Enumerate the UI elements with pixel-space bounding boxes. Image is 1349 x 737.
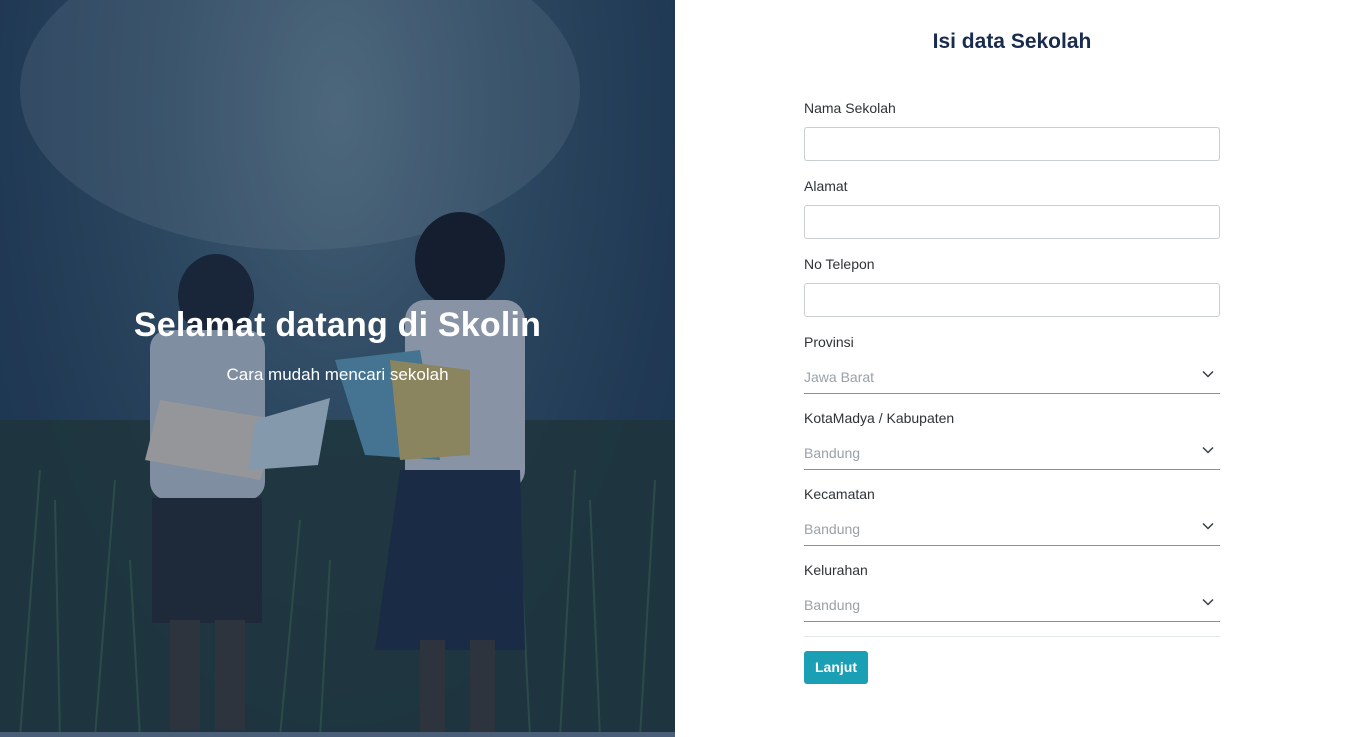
alamat-label: Alamat: [804, 178, 848, 194]
kelurahan-label: Kelurahan: [804, 562, 868, 578]
kotamadya-select-value: Bandung: [804, 445, 861, 461]
page: Selamat datang di Skolin Cara mudah menc…: [0, 0, 1349, 737]
nama-sekolah-input[interactable]: [804, 127, 1220, 161]
kelurahan-select[interactable]: Bandung: [804, 588, 1220, 622]
no-telepon-input[interactable]: [804, 283, 1220, 317]
chevron-down-icon: [1202, 446, 1214, 454]
hero-title: Selamat datang di Skolin: [133, 306, 542, 344]
lanjut-button[interactable]: Lanjut: [804, 651, 868, 684]
provinsi-label: Provinsi: [804, 334, 854, 350]
kelurahan-select-value: Bandung: [804, 597, 861, 613]
kecamatan-label: Kecamatan: [804, 486, 875, 502]
kecamatan-select-value: Bandung: [804, 521, 861, 537]
nama-sekolah-label: Nama Sekolah: [804, 100, 896, 116]
chevron-down-icon: [1202, 522, 1214, 530]
no-telepon-label: No Telepon: [804, 256, 875, 272]
chevron-down-icon: [1202, 370, 1214, 378]
kotamadya-select[interactable]: Bandung: [804, 436, 1220, 470]
provinsi-select-value: Jawa Barat: [804, 369, 875, 385]
hero-subtitle: Cara mudah mencari sekolah: [226, 365, 449, 384]
alamat-input[interactable]: [804, 205, 1220, 239]
kotamadya-label: KotaMadya / Kabupaten: [804, 410, 955, 426]
provinsi-select[interactable]: Jawa Barat: [804, 360, 1220, 394]
hero-text: Selamat datang di Skolin Cara mudah menc…: [0, 306, 675, 385]
school-form: Nama Sekolah Alamat No Telepon Provinsi …: [804, 99, 1220, 684]
hero-bottom-border: [0, 732, 675, 737]
form-divider: [804, 636, 1220, 637]
form-panel: Isi data Sekolah Nama Sekolah Alamat No …: [675, 0, 1349, 737]
hero-panel: Selamat datang di Skolin Cara mudah menc…: [0, 0, 675, 737]
form-title: Isi data Sekolah: [932, 30, 1092, 53]
chevron-down-icon: [1202, 598, 1214, 606]
kecamatan-select[interactable]: Bandung: [804, 512, 1220, 546]
